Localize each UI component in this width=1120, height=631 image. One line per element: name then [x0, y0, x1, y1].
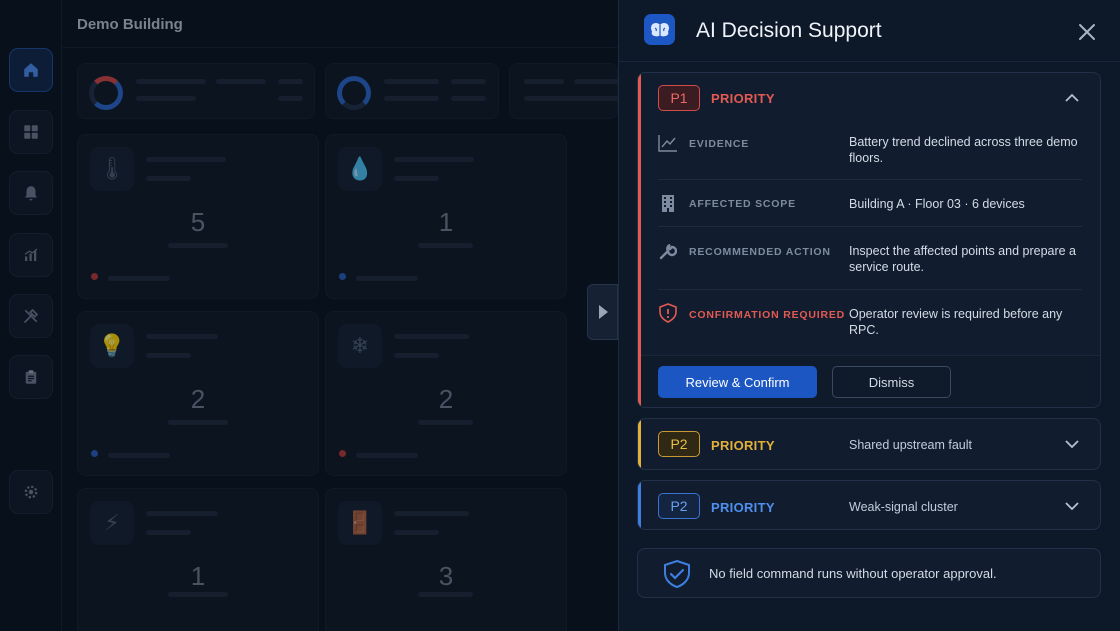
row-label: CONFIRMATION REQUIRED	[689, 309, 846, 321]
affected-scope-row: AFFECTED SCOPE Building A · Floor 03 · 6…	[658, 193, 1082, 223]
row-divider	[658, 226, 1082, 227]
close-button[interactable]	[1075, 20, 1099, 44]
row-label: RECOMMENDED ACTION	[689, 246, 831, 258]
action-bar: Review & Confirm Dismiss	[641, 355, 1100, 407]
collapse-button[interactable]	[1064, 90, 1080, 106]
expand-button[interactable]	[1064, 498, 1080, 514]
row-value: Building A · Floor 03 · 6 devices	[849, 197, 1025, 211]
panel-collapse-handle[interactable]	[587, 284, 618, 340]
shield-check-icon	[662, 559, 692, 589]
building-icon	[658, 193, 678, 213]
ai-decision-panel: AI Decision Support P1 PRIORITY EVIDENCE…	[618, 0, 1120, 631]
shield-alert-icon	[658, 303, 678, 323]
priority-accent	[638, 481, 641, 529]
chevron-right-icon	[598, 305, 608, 319]
panel-header: AI Decision Support	[619, 0, 1120, 62]
priority-badge: P1	[658, 85, 700, 111]
priority-badge: P2	[658, 431, 700, 457]
priority-label: PRIORITY	[711, 500, 775, 515]
priority-card-p2-signal[interactable]: P2 PRIORITY Weak-signal cluster	[637, 480, 1101, 530]
priority-label: PRIORITY	[711, 91, 775, 106]
approval-notice: No field command runs without operator a…	[637, 548, 1101, 598]
row-label: AFFECTED SCOPE	[689, 198, 796, 210]
confirmation-row: CONFIRMATION REQUIRED Operator review is…	[658, 303, 1082, 343]
priority-summary: Shared upstream fault	[849, 438, 972, 452]
recommended-action-row: RECOMMENDED ACTION Inspect the affected …	[658, 241, 1082, 281]
trend-chart-icon	[658, 133, 678, 153]
row-divider	[658, 179, 1082, 180]
dismiss-button[interactable]: Dismiss	[832, 366, 951, 398]
priority-accent	[638, 419, 641, 469]
priority-summary: Weak-signal cluster	[849, 500, 958, 514]
row-value: Inspect the affected points and prepare …	[849, 244, 1077, 274]
close-icon	[1079, 24, 1095, 40]
wrench-icon	[658, 241, 678, 261]
notice-text: No field command runs without operator a…	[709, 566, 997, 581]
priority-badge: P2	[658, 493, 700, 519]
priority-card-p1: P1 PRIORITY EVIDENCE Battery trend decli…	[637, 72, 1101, 408]
row-value: Operator review is required before any R…	[849, 307, 1063, 337]
row-divider	[658, 289, 1082, 290]
expand-button[interactable]	[1064, 436, 1080, 452]
priority-label: PRIORITY	[711, 438, 775, 453]
chevron-up-icon	[1065, 93, 1079, 102]
evidence-row: EVIDENCE Battery trend declined across t…	[658, 133, 1082, 173]
review-confirm-button[interactable]: Review & Confirm	[658, 366, 817, 398]
row-label: EVIDENCE	[689, 138, 750, 150]
dim-overlay	[0, 0, 618, 631]
chevron-down-icon	[1065, 440, 1079, 449]
row-value: Battery trend declined across three demo…	[849, 135, 1078, 165]
panel-title: AI Decision Support	[696, 19, 882, 42]
priority-card-p2-shared[interactable]: P2 PRIORITY Shared upstream fault	[637, 418, 1101, 470]
brain-icon	[644, 14, 675, 45]
chevron-down-icon	[1065, 502, 1079, 511]
